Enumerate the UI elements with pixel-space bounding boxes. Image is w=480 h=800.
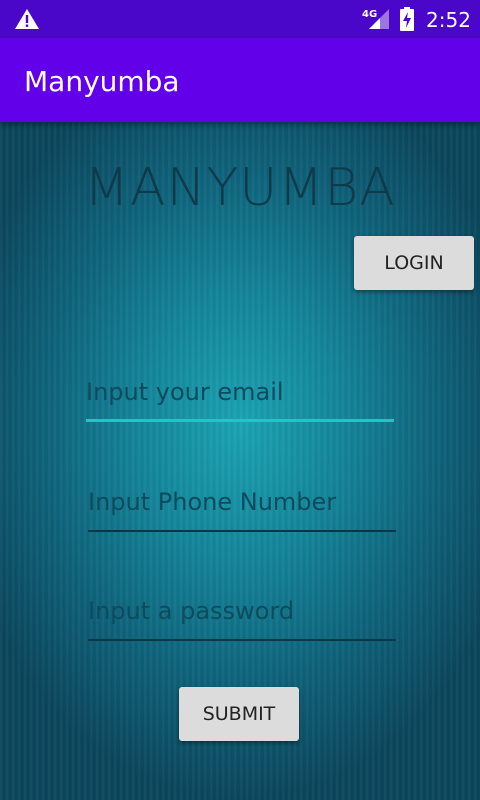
phone-underline [88,530,396,532]
battery-charging-icon [400,7,414,31]
login-button[interactable]: LOGIN [354,236,474,290]
email-underline [86,419,394,422]
warning-icon [15,9,39,29]
status-bar: 4G 2:52 [0,0,480,38]
app-title: Manyumba [24,65,180,98]
clock: 2:52 [426,8,471,32]
email-field[interactable]: Input your email [86,378,394,422]
logo-text: MANYUMBA [84,158,396,218]
main-content: MANYUMBA LOGIN Input your email Input Ph… [0,122,480,800]
signal-icon [369,9,389,29]
app-bar: Manyumba [0,38,480,122]
phone-placeholder: Input Phone Number [88,488,337,516]
submit-button[interactable]: SUBMIT [179,687,299,741]
phone-field[interactable]: Input Phone Number [88,488,396,532]
password-underline [88,639,396,641]
password-placeholder: Input a password [88,597,295,625]
password-field[interactable]: Input a password [88,597,396,641]
email-placeholder: Input your email [86,378,284,406]
